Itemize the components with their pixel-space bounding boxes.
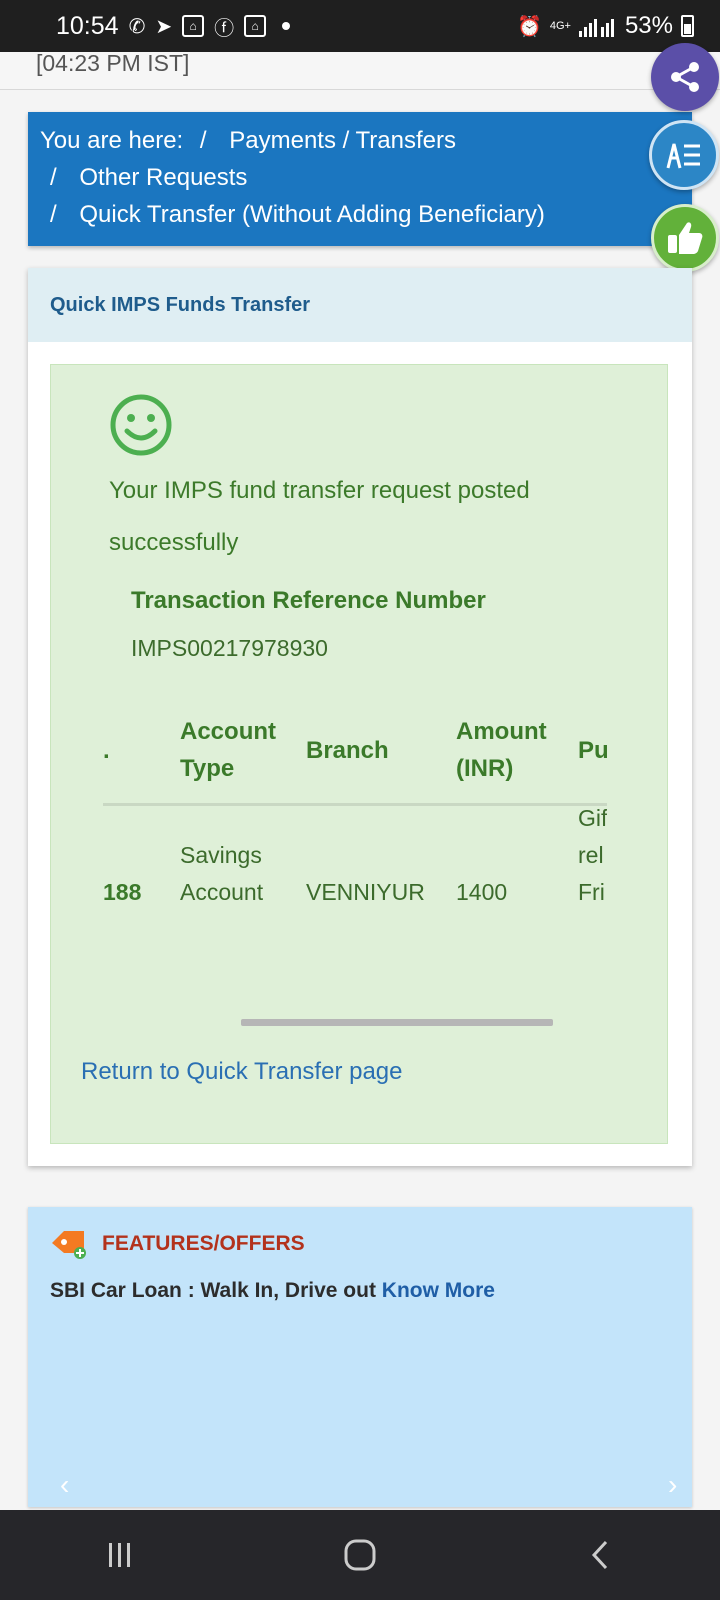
breadcrumb-separator: / bbox=[50, 164, 57, 191]
facebook-icon: ⓕ bbox=[214, 17, 235, 40]
home-button[interactable] bbox=[320, 1525, 400, 1585]
back-icon bbox=[591, 1540, 608, 1570]
success-panel: Your IMPS fund transfer request posted s… bbox=[50, 364, 668, 1144]
table-header-account: . bbox=[103, 737, 110, 764]
transfer-table[interactable]: . Account Type Branch Amount (INR) Pu 18… bbox=[103, 695, 607, 985]
breadcrumb-item-quick-transfer: Quick Transfer (Without Adding Beneficia… bbox=[79, 201, 545, 228]
smiley-icon bbox=[110, 394, 172, 456]
report-button[interactable] bbox=[649, 120, 719, 190]
tag-icon bbox=[52, 1231, 86, 1259]
know-more-link[interactable]: Know More bbox=[382, 1279, 495, 1302]
transfer-table-content: . Account Type Branch Amount (INR) Pu 18… bbox=[103, 695, 607, 985]
mosque-icon-2: ⌂ bbox=[244, 15, 267, 37]
card-title: Quick IMPS Funds Transfer bbox=[50, 293, 311, 316]
recent-apps-icon bbox=[109, 1543, 130, 1567]
alarm-icon: ⏰ bbox=[516, 15, 542, 38]
success-message: Your IMPS fund transfer request posted s… bbox=[109, 477, 530, 556]
return-to-quick-transfer-link[interactable]: Return to Quick Transfer page bbox=[81, 1058, 403, 1086]
reference-number: IMPS00217978930 bbox=[131, 635, 328, 661]
table-header-account-type: Account Type bbox=[180, 718, 276, 782]
table-header-purpose: Pu bbox=[578, 737, 607, 764]
battery-icon bbox=[681, 15, 694, 37]
breadcrumb-prefix: You are here: bbox=[40, 127, 184, 154]
session-time: [04:23 PM IST] bbox=[36, 50, 190, 76]
share-button[interactable] bbox=[651, 43, 719, 111]
notification-dot bbox=[282, 22, 291, 30]
table-header-branch: Branch bbox=[306, 737, 389, 764]
battery-percent: 53% bbox=[624, 12, 673, 39]
breadcrumb: You are here: / Payments / Transfers / O… bbox=[28, 112, 692, 246]
features-title: FEATURES/OFFERS bbox=[102, 1232, 305, 1255]
breadcrumb-separator: / bbox=[50, 201, 57, 228]
status-bar: 10:54 ✆ ➤ ⌂ ⓕ ⌂ ⏰ 4G+ 53% bbox=[0, 0, 720, 52]
session-time-bar: [04:23 PM IST] bbox=[0, 50, 720, 90]
telegram-icon: ➤ bbox=[155, 15, 173, 38]
back-button[interactable] bbox=[560, 1525, 640, 1585]
features-offers-panel: FEATURES/OFFERS SBI Car Loan : Walk In, … bbox=[28, 1207, 692, 1507]
reference-label: Transaction Reference Number bbox=[131, 587, 486, 614]
share-icon bbox=[671, 62, 699, 92]
signal-icon bbox=[578, 19, 614, 37]
home-icon bbox=[344, 1539, 376, 1571]
cell-account-type: Savings Account bbox=[180, 842, 264, 905]
cell-account: 188 bbox=[103, 879, 142, 905]
cell-amount: 1400 bbox=[456, 879, 508, 905]
recent-apps-button[interactable] bbox=[80, 1525, 160, 1585]
cell-purpose: Gif rel / Fri bbox=[578, 805, 607, 905]
system-nav-bar bbox=[0, 1510, 720, 1600]
breadcrumb-item-payments[interactable]: Payments / Transfers bbox=[229, 127, 456, 154]
table-header-divider bbox=[103, 803, 607, 806]
table-scrollbar[interactable] bbox=[241, 1019, 553, 1026]
breadcrumb-separator: / bbox=[199, 127, 207, 154]
whatsapp-icon: ✆ bbox=[128, 15, 146, 38]
carousel-prev-icon[interactable]: ‹ bbox=[60, 1469, 69, 1501]
feedback-button[interactable] bbox=[651, 204, 719, 272]
report-icon bbox=[666, 143, 700, 169]
breadcrumb-item-other-requests[interactable]: Other Requests bbox=[79, 164, 247, 191]
table-header-amount: Amount (INR) bbox=[456, 718, 547, 782]
card-header: Quick IMPS Funds Transfer bbox=[28, 268, 692, 342]
cell-branch: VENNIYUR bbox=[306, 879, 425, 905]
transfer-result-card: Quick IMPS Funds Transfer Your IMPS fund… bbox=[28, 268, 692, 1166]
network-type: 4G+ bbox=[549, 19, 571, 32]
thumbs-up-icon bbox=[668, 222, 703, 254]
offer-text: SBI Car Loan : Walk In, Drive out bbox=[50, 1279, 376, 1302]
carousel-next-icon[interactable]: › bbox=[668, 1469, 677, 1501]
mosque-icon: ⌂ bbox=[182, 15, 205, 37]
status-time: 10:54 bbox=[56, 11, 119, 40]
